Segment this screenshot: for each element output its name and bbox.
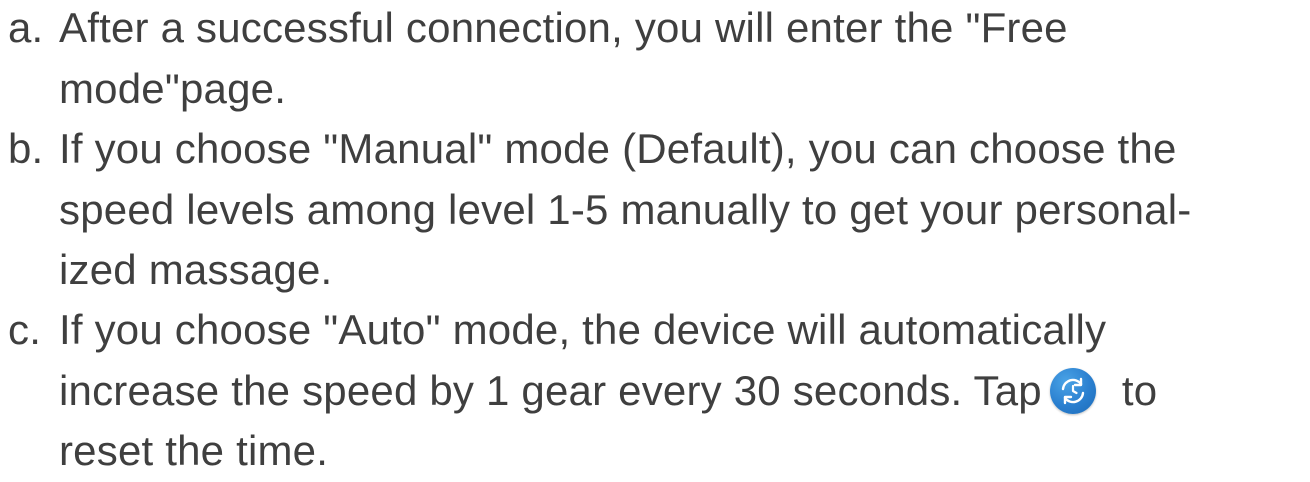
- list-item-text: After a successful connection, you will …: [59, 0, 1303, 119]
- list-item-a: a. After a successful connection, you wi…: [8, 0, 1303, 119]
- reset-timer-icon-glyph: [1061, 377, 1085, 404]
- list-item-text: If you choose "Manual" mode (Default), y…: [59, 119, 1303, 301]
- text-segment: increase the speed by 1 gear every 30 se…: [59, 366, 1042, 414]
- text-line: speed levels among level 1-5 manually to…: [59, 185, 1192, 233]
- text-line: If you choose "Manual" mode (Default), y…: [59, 125, 1177, 172]
- list-item-c: c. If you choose "Auto" mode, the device…: [8, 300, 1303, 482]
- text-line: reset the time.: [59, 427, 329, 474]
- list-marker: b.: [8, 125, 44, 172]
- reset-timer-icon: [1049, 367, 1096, 414]
- list-item-b: b. If you choose "Manual" mode (Default)…: [8, 119, 1303, 301]
- text-segment: to: [1121, 366, 1158, 414]
- text-line: After a successful connection, you will …: [59, 4, 1068, 51]
- text-line-with-icon: increase the speed by 1 gear every 30 se…: [59, 361, 1303, 422]
- text-line: If you choose "Auto" mode, the device wi…: [59, 306, 1107, 353]
- text-line: ized massage.: [59, 246, 333, 293]
- list-marker: a.: [8, 4, 44, 51]
- text-line: mode"page.: [59, 64, 287, 112]
- list-item-text: If you choose "Auto" mode, the device wi…: [59, 300, 1303, 482]
- instruction-list: a. After a successful connection, you wi…: [0, 0, 1310, 474]
- list-marker: c.: [8, 306, 42, 353]
